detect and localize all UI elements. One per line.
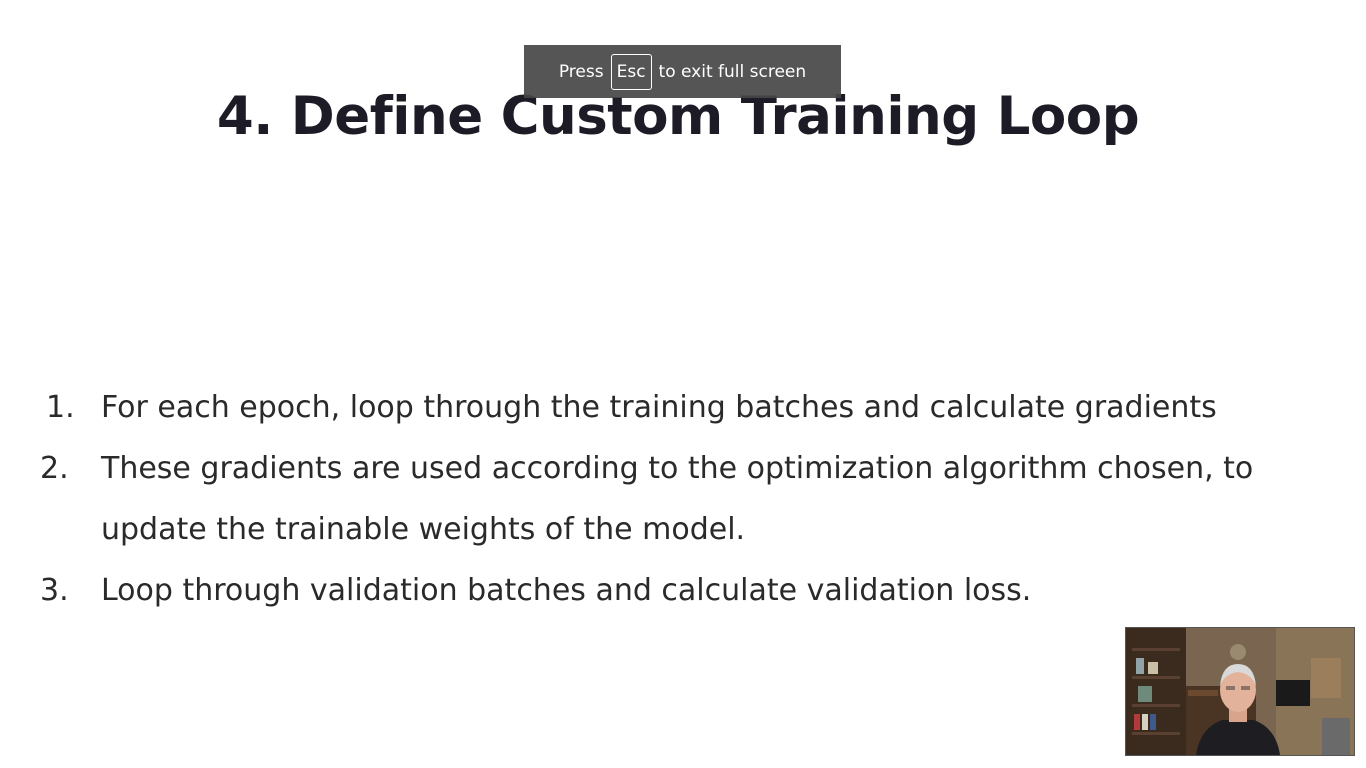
fullscreen-exit-notice: Press Esc to exit full screen: [524, 45, 841, 98]
presenter-video-feed: [1125, 627, 1355, 756]
list-item-number: 3.: [40, 573, 69, 608]
list-item-text: For each epoch, loop through the trainin…: [101, 390, 1217, 425]
presentation-stage: 4. Define Custom Training Loop 1. For ea…: [0, 0, 1366, 768]
list-item: 1. For each epoch, loop through the trai…: [0, 377, 1301, 438]
list-item: 3. Loop through validation batches and c…: [0, 560, 1301, 621]
notice-suffix: to exit full screen: [658, 61, 807, 82]
notice-prefix: Press: [558, 61, 604, 82]
presenter-video-icon: [1126, 628, 1354, 755]
list-item: 2. These gradients are used according to…: [0, 438, 1301, 560]
list-item-text: Loop through validation batches and calc…: [101, 573, 1032, 608]
esc-key-hint: Esc: [610, 53, 652, 90]
slide-bullet-list: 1. For each epoch, loop through the trai…: [0, 377, 1366, 621]
list-item-text: These gradients are used according to th…: [101, 451, 1254, 547]
list-item-number: 1.: [46, 390, 75, 425]
list-item-number: 2.: [40, 451, 69, 486]
